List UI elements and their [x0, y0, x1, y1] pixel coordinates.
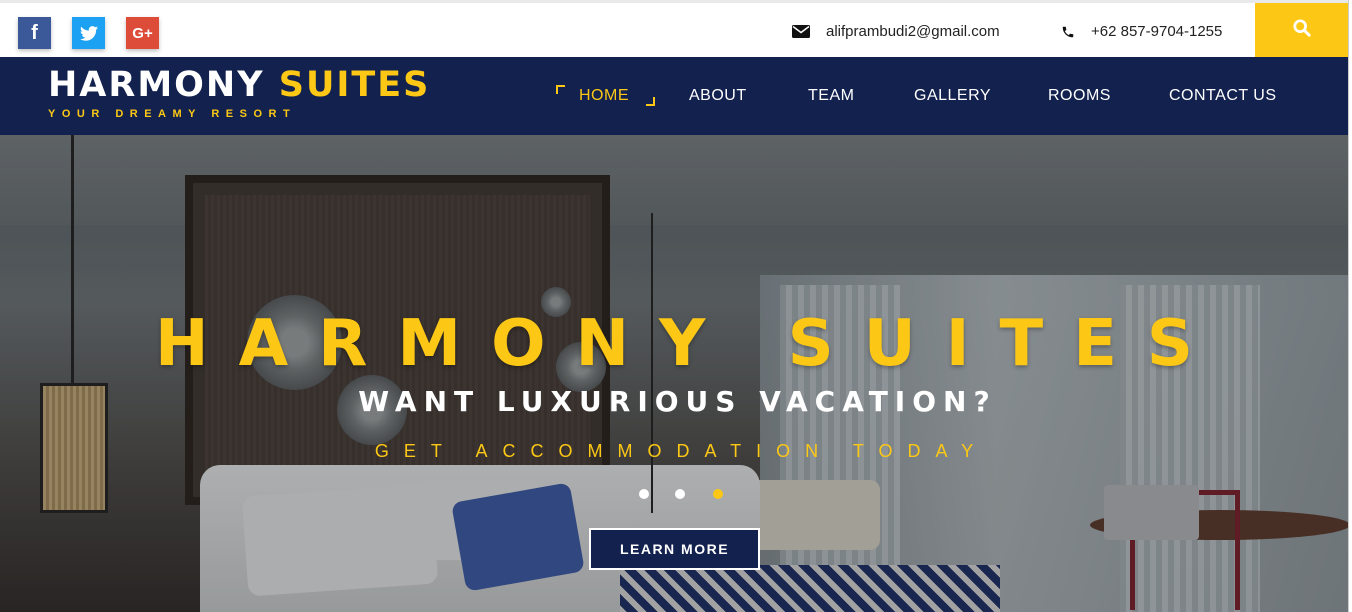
logo-name-part2: SUITES: [278, 65, 431, 105]
hero-tagline: GET ACCOMMODATION TODAY: [374, 441, 989, 461]
nav-gallery[interactable]: GALLERY: [914, 87, 991, 105]
slider-dot-1[interactable]: [639, 489, 649, 499]
hero-subtitle: WANT LUXURIOUS VACATION?: [358, 385, 997, 418]
nav-team[interactable]: TEAM: [808, 87, 854, 105]
slider-dot-3[interactable]: [713, 489, 723, 499]
phone-icon: [1061, 25, 1075, 39]
active-bracket-bottom-right: [646, 97, 655, 106]
slider-dot-2[interactable]: [675, 489, 685, 499]
hero-slider: HARMONY SUITES WANT LUXURIOUS VACATION? …: [0, 135, 1348, 612]
phone-text[interactable]: +62 857-9704-1255: [1091, 23, 1222, 40]
nav-contact-us[interactable]: CONTACT US: [1169, 87, 1277, 105]
envelope-icon: [792, 25, 810, 38]
search-button[interactable]: [1255, 3, 1348, 57]
nav-home[interactable]: HOME: [579, 87, 629, 105]
facebook-icon[interactable]: f: [18, 17, 51, 49]
site-logo[interactable]: HARMONY SUITES: [48, 65, 430, 105]
top-bar: f G+ alifprambudi2@gmail.com +62 857-970…: [0, 0, 1352, 57]
page-scrollbar-edge: [1348, 0, 1352, 612]
google-plus-icon[interactable]: G+: [126, 17, 159, 49]
phone-contact[interactable]: +62 857-9704-1255: [1061, 23, 1222, 40]
active-bracket-top-left: [556, 85, 565, 94]
nav-about[interactable]: ABOUT: [689, 87, 747, 105]
twitter-icon[interactable]: [72, 17, 105, 49]
main-navbar: HARMONY SUITES YOUR DREAMY RESORT HOME A…: [0, 57, 1352, 135]
email-contact[interactable]: alifprambudi2@gmail.com: [792, 23, 1000, 40]
logo-tagline: YOUR DREAMY RESORT: [48, 108, 297, 120]
search-icon: [1292, 18, 1311, 42]
logo-name-part1: HARMONY: [48, 65, 265, 105]
email-text[interactable]: alifprambudi2@gmail.com: [826, 23, 1000, 40]
hero-title: HARMONY SUITES: [155, 307, 1223, 381]
learn-more-button[interactable]: LEARN MORE: [589, 528, 760, 570]
nav-rooms[interactable]: ROOMS: [1048, 87, 1111, 105]
